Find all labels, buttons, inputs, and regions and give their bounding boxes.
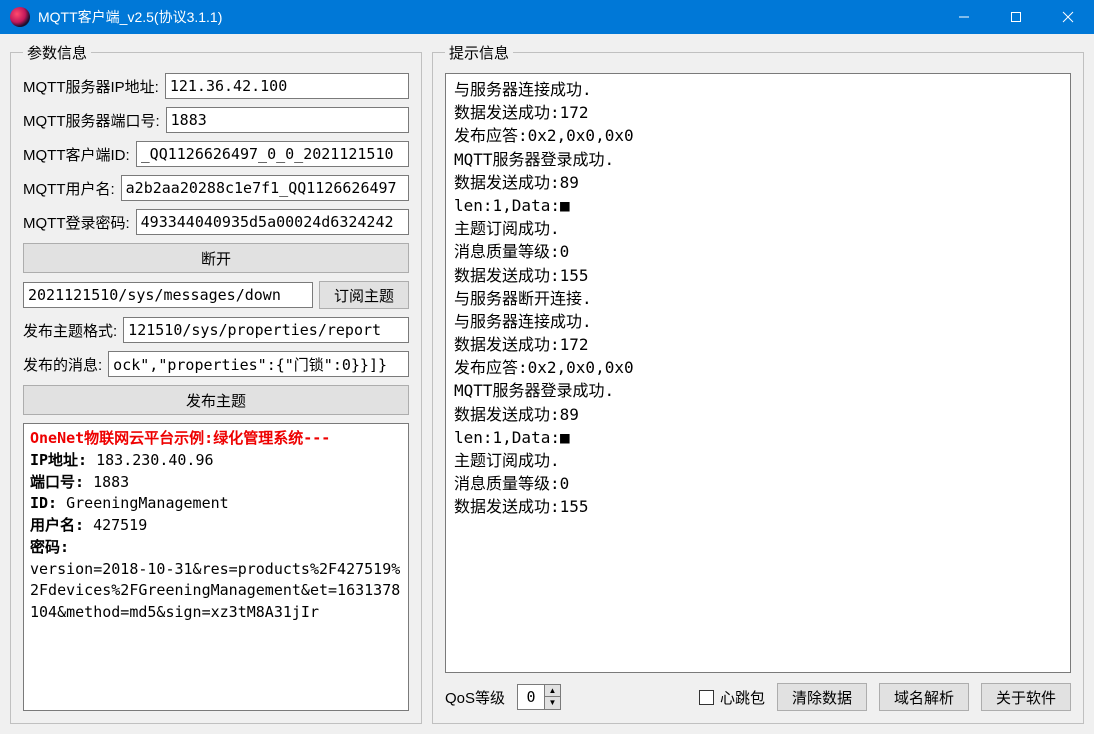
heartbeat-label: 心跳包: [720, 687, 765, 708]
password-label: MQTT登录密码:: [23, 212, 130, 233]
minimize-icon: [958, 11, 970, 23]
example-textarea[interactable]: OneNet物联网云平台示例:绿化管理系统--- IP地址: 183.230.4…: [23, 423, 409, 711]
clear-button[interactable]: 清除数据: [777, 683, 867, 711]
disconnect-button[interactable]: 断开: [23, 243, 409, 273]
publish-topic-label: 发布主题格式:: [23, 320, 117, 341]
publish-button[interactable]: 发布主题: [23, 385, 409, 415]
qos-label: QoS等级: [445, 687, 505, 708]
publish-msg-input[interactable]: [108, 351, 409, 377]
titlebar: MQTT客户端_v2.5(协议3.1.1): [0, 0, 1094, 34]
log-textarea[interactable]: 与服务器连接成功. 数据发送成功:172 发布应答:0x2,0x0,0x0 MQ…: [445, 73, 1071, 673]
example-ip: 183.230.40.96: [96, 451, 213, 469]
qos-spinner[interactable]: 0 ▲ ▼: [517, 684, 561, 710]
example-title: OneNet物联网云平台示例:绿化管理系统---: [30, 429, 330, 447]
checkbox-icon: [699, 690, 714, 705]
heartbeat-checkbox[interactable]: 心跳包: [699, 687, 765, 708]
window-title: MQTT客户端_v2.5(协议3.1.1): [38, 7, 938, 27]
minimize-button[interactable]: [938, 0, 990, 34]
maximize-icon: [1010, 11, 1022, 23]
server-port-label: MQTT服务器端口号:: [23, 110, 160, 131]
server-ip-input[interactable]: [165, 73, 409, 99]
close-button[interactable]: [1042, 0, 1094, 34]
example-user-label: 用户名:: [30, 516, 84, 534]
server-port-input[interactable]: [166, 107, 409, 133]
qos-down-icon[interactable]: ▼: [544, 697, 560, 709]
example-id-label: ID:: [30, 494, 57, 512]
client-id-label: MQTT客户端ID:: [23, 144, 130, 165]
maximize-button[interactable]: [990, 0, 1042, 34]
params-panel: 参数信息 MQTT服务器IP地址: MQTT服务器端口号: MQTT客户端ID:…: [10, 42, 422, 724]
example-id: GreeningManagement: [66, 494, 229, 512]
subscribe-topic-input[interactable]: [23, 282, 313, 308]
qos-value: 0: [518, 688, 544, 706]
example-user: 427519: [93, 516, 147, 534]
log-legend: 提示信息: [445, 42, 513, 63]
dns-button[interactable]: 域名解析: [879, 683, 969, 711]
subscribe-button[interactable]: 订阅主题: [319, 281, 409, 309]
qos-up-icon[interactable]: ▲: [544, 685, 560, 697]
username-input[interactable]: [121, 175, 409, 201]
password-input[interactable]: [136, 209, 409, 235]
publish-topic-input[interactable]: [123, 317, 409, 343]
client-id-input[interactable]: [136, 141, 409, 167]
log-panel: 提示信息 与服务器连接成功. 数据发送成功:172 发布应答:0x2,0x0,0…: [432, 42, 1084, 724]
example-port-label: 端口号:: [30, 473, 84, 491]
about-button[interactable]: 关于软件: [981, 683, 1071, 711]
example-pwd-body: version=2018-10-31&res=products%2F427519…: [30, 560, 400, 622]
params-legend: 参数信息: [23, 42, 91, 63]
publish-msg-label: 发布的消息:: [23, 354, 102, 375]
bottom-bar: QoS等级 0 ▲ ▼ 心跳包 清除数据 域名解析 关于软件: [445, 683, 1071, 711]
app-icon: [10, 7, 30, 27]
example-pwd-label: 密码:: [30, 538, 69, 556]
example-ip-label: IP地址:: [30, 451, 87, 469]
username-label: MQTT用户名:: [23, 178, 115, 199]
server-ip-label: MQTT服务器IP地址:: [23, 76, 159, 97]
close-icon: [1062, 11, 1074, 23]
example-port: 1883: [93, 473, 129, 491]
